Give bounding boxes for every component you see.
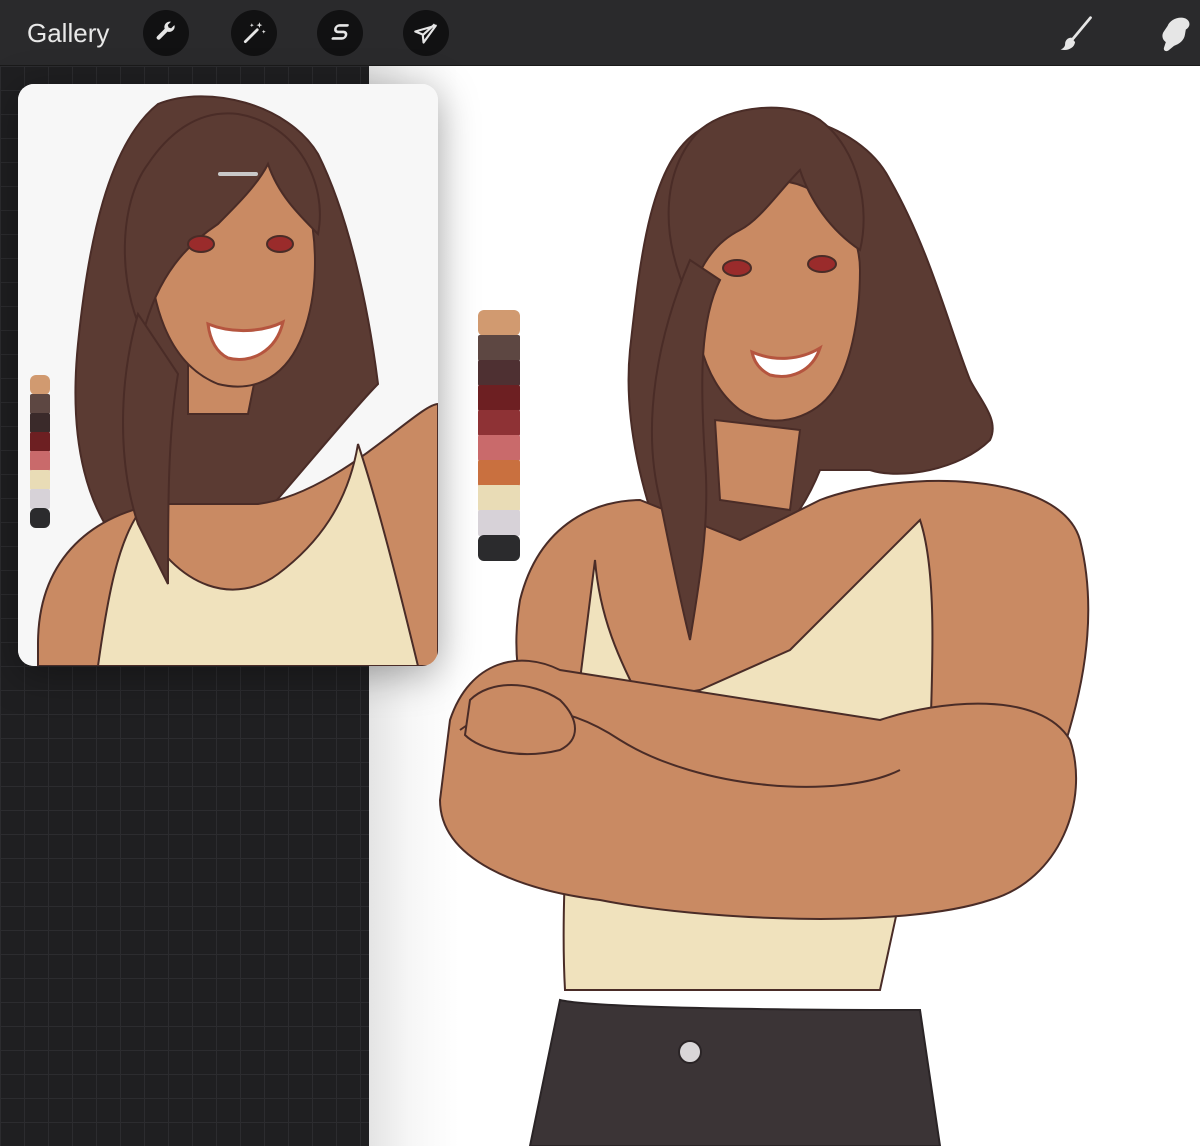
palette-swatch: [30, 470, 50, 490]
palette-swatch: [30, 375, 50, 395]
adjustments-button[interactable]: [231, 10, 277, 56]
actions-button[interactable]: [143, 10, 189, 56]
palette-swatch: [30, 489, 50, 509]
palette-swatch: [30, 508, 50, 528]
wrench-icon: [156, 21, 175, 40]
smudge-button[interactable]: [1152, 12, 1196, 56]
drawing-canvas[interactable]: [369, 66, 1200, 1146]
transform-button[interactable]: [403, 10, 449, 56]
magic-wand-icon: [243, 22, 266, 44]
reference-window[interactable]: [18, 84, 438, 666]
palette-swatch: [30, 413, 50, 433]
brush-button[interactable]: [1054, 12, 1098, 56]
brush-icon: [1060, 16, 1092, 51]
gallery-button[interactable]: Gallery: [27, 16, 109, 50]
palette-swatch: [30, 432, 50, 452]
arrow-cursor-icon: [414, 23, 437, 44]
palette-swatch: [30, 451, 50, 471]
main-illustration: [438, 106, 1090, 1146]
palette-swatch: [30, 394, 50, 414]
selection-s-icon: [331, 24, 349, 40]
selection-button[interactable]: [317, 10, 363, 56]
reference-color-palette: [30, 375, 50, 528]
smudge-icon: [1162, 17, 1190, 52]
top-toolbar: Gallery: [0, 0, 1200, 66]
